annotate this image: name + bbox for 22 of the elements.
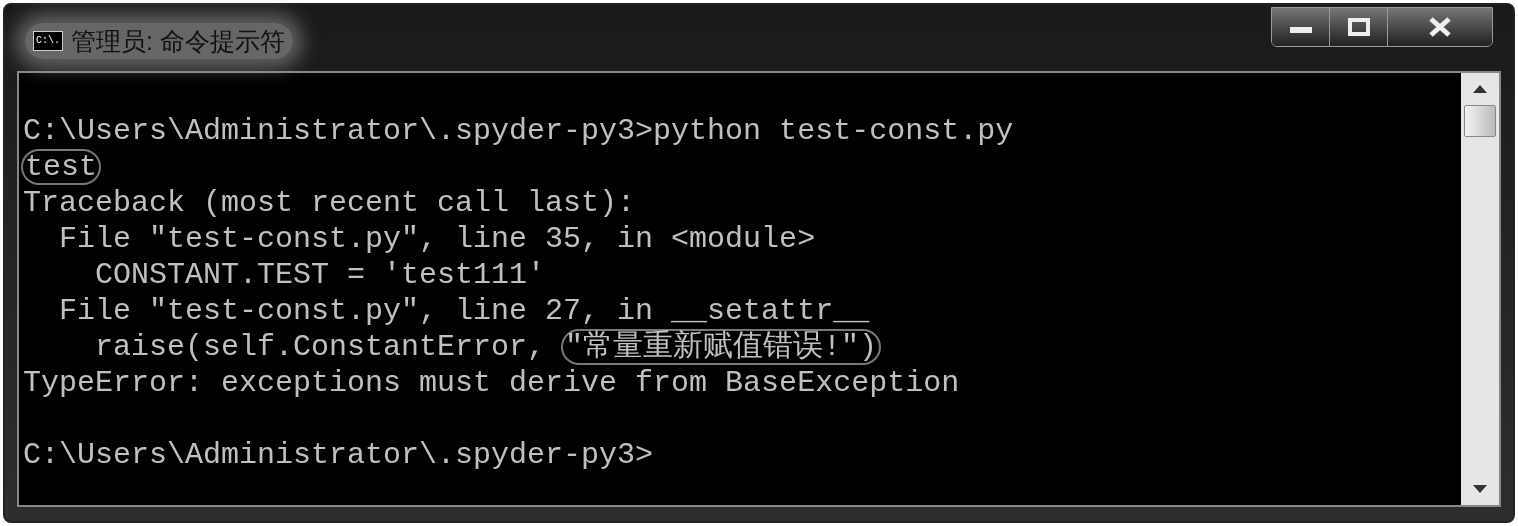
- minimize-icon: [1289, 27, 1312, 33]
- scroll-down-icon[interactable]: [1473, 485, 1487, 493]
- console-line: C:\Users\Administrator\.spyder-py3>python test-const.py: [23, 113, 1014, 149]
- circled-output-text: "常量重新赋值错误!"): [561, 329, 882, 365]
- console-line: File "test-const.py", line 35, in <module>: [58, 221, 816, 257]
- close-icon: [1429, 17, 1451, 37]
- scroll-thumb[interactable]: [1464, 105, 1496, 137]
- console-line: Traceback (most recent call last):: [23, 185, 636, 221]
- console-line: raise(self.ConstantError,: [94, 329, 547, 365]
- maximize-icon: [1347, 18, 1370, 36]
- scrollbar[interactable]: [1461, 73, 1499, 505]
- window-title: 管理员: 命令提示符: [71, 26, 285, 57]
- close-button[interactable]: [1388, 8, 1492, 46]
- console-line: C:\Users\Administrator\.spyder-py3>: [23, 437, 654, 473]
- minimize-button[interactable]: [1272, 8, 1330, 46]
- console-line: TypeError: exceptions must derive from BaseException: [23, 365, 960, 401]
- scroll-up-icon[interactable]: [1473, 85, 1487, 93]
- maximize-button[interactable]: [1330, 8, 1388, 46]
- circled-output-text: test: [21, 149, 101, 185]
- console-icon: C:\.: [33, 31, 63, 51]
- console-line: File "test-const.py", line 27, in __setattr__: [58, 293, 870, 329]
- console-line: CONSTANT.TEST = 'test111': [94, 257, 546, 293]
